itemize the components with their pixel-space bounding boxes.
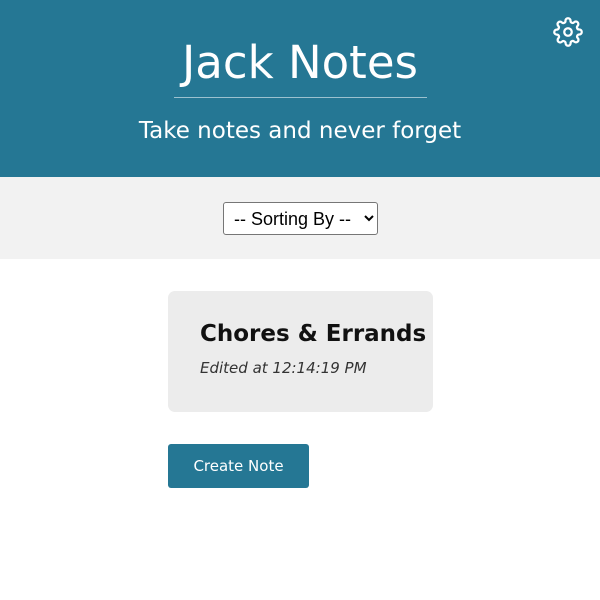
app-header: Jack Notes Take notes and never forget (0, 0, 600, 177)
note-edited-time: Edited at 12:14:19 PM (200, 359, 367, 377)
sort-select[interactable]: -- Sorting By -- (223, 202, 378, 235)
note-card[interactable]: Chores & Errands Edited at 12:14:19 PM (168, 291, 433, 412)
app-subtitle: Take notes and never forget (138, 118, 462, 144)
app-title: Jack Notes (182, 36, 418, 89)
title-divider (174, 97, 427, 98)
gear-icon[interactable] (553, 17, 583, 47)
note-title: Chores & Errands (200, 321, 427, 347)
create-note-button[interactable]: Create Note (168, 444, 309, 488)
